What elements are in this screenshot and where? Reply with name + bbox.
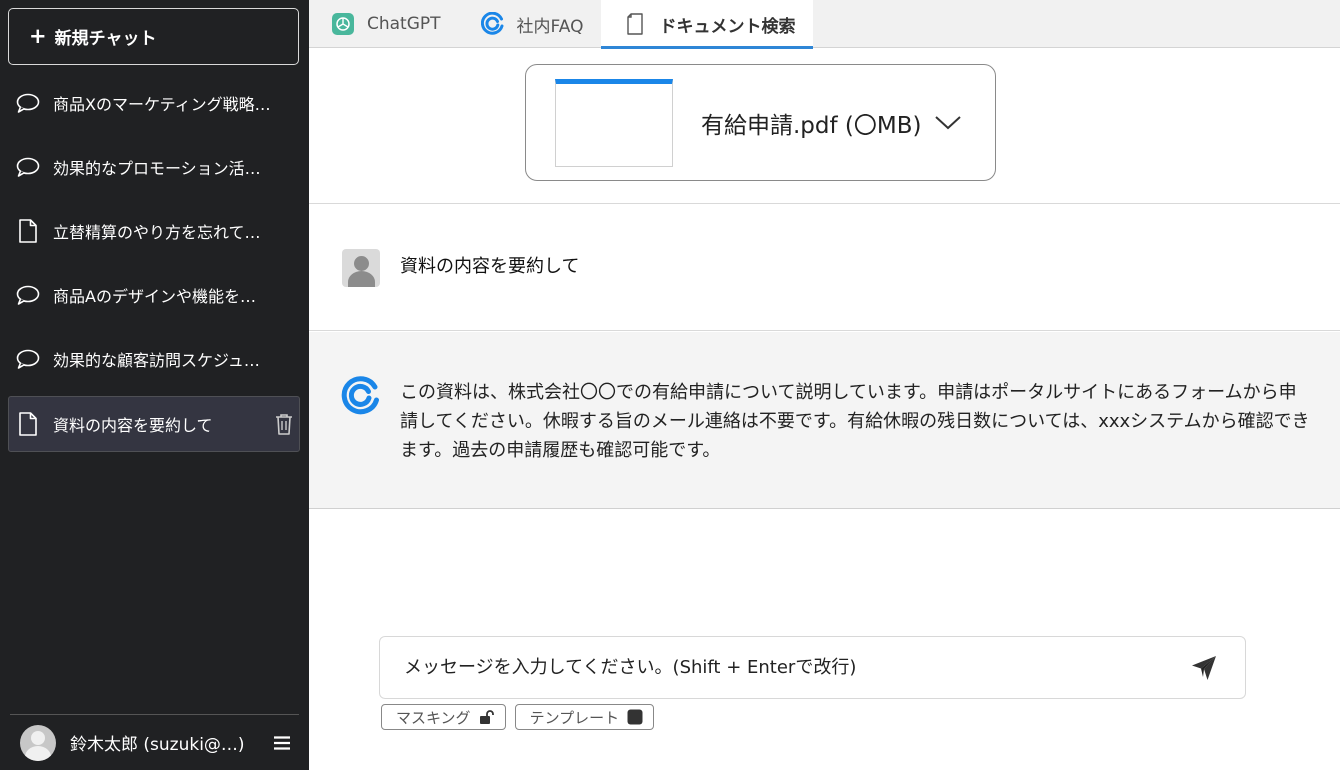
history-item-label: 効果的な顧客訪問スケジュ… xyxy=(53,351,260,370)
message-input-box xyxy=(379,636,1246,699)
avatar xyxy=(20,724,56,761)
assistant-message-text: この資料は、株式会社〇〇での有給申請について説明しています。申請はポータルサイト… xyxy=(400,382,1310,461)
document-thumbnail xyxy=(555,78,673,167)
tab-faq[interactable]: 社内FAQ xyxy=(459,0,602,48)
plus-icon: + xyxy=(29,24,47,48)
trash-icon[interactable] xyxy=(273,412,295,436)
document-icon xyxy=(15,412,41,436)
user-avatar xyxy=(342,249,380,287)
tab-bar: ChatGPT 社内FAQ ドキュメント検索 xyxy=(309,0,1340,49)
masking-label: マスキング xyxy=(396,708,471,727)
template-label: テンプレート xyxy=(529,708,620,727)
document-icon xyxy=(15,219,41,243)
history-item[interactable]: 効果的なプロモーション活… xyxy=(8,139,300,195)
history-item-label: 商品Xのマーケティング戦略… xyxy=(53,95,271,114)
new-chat-label: 新規チャット xyxy=(54,29,157,49)
history-item-label: 立替精算のやり方を忘れて… xyxy=(53,223,261,242)
chat-bubble-icon xyxy=(15,91,41,115)
history-item[interactable]: 効果的な顧客訪問スケジュ… xyxy=(8,331,300,387)
history-item[interactable]: 商品Xのマーケティング戦略… xyxy=(8,75,300,131)
user-message: 資料の内容を要約して xyxy=(309,204,1340,331)
history-item-label: 資料の内容を要約して xyxy=(53,416,213,435)
history-item-label: 商品Aのデザインや機能を… xyxy=(53,287,256,306)
history-item[interactable]: 商品Aのデザインや機能を… xyxy=(8,267,300,323)
chat-bubble-icon xyxy=(15,155,41,179)
attached-file-card[interactable]: 有給申請.pdf (〇MB) xyxy=(525,64,996,181)
template-button[interactable]: テンプレート xyxy=(514,704,655,730)
history-item[interactable]: 立替精算のやり方を忘れて… xyxy=(8,203,300,259)
openai-icon xyxy=(331,12,355,36)
message-input[interactable] xyxy=(404,657,1164,678)
history-item-label: 効果的なプロモーション活… xyxy=(53,159,261,178)
brand-c-icon xyxy=(480,12,505,36)
tab-label: ドキュメント検索 xyxy=(659,16,796,37)
history-item-active[interactable]: 資料の内容を要約して xyxy=(8,396,300,452)
chat-bubble-icon xyxy=(15,283,41,307)
new-chat-button[interactable]: + 新規チャット xyxy=(8,8,299,65)
user-name: 鈴木太郎 (suzuki@…) xyxy=(70,735,245,755)
input-options: マスキング テンプレート xyxy=(381,704,655,730)
tab-label: ChatGPT xyxy=(367,14,441,34)
masking-button[interactable]: マスキング xyxy=(381,704,506,730)
sidebar: + 新規チャット 商品Xのマーケティング戦略… 効果的なプロモーション活… 立替… xyxy=(0,0,309,770)
user-account[interactable]: 鈴木太郎 (suzuki@…) xyxy=(10,714,299,770)
chevron-down-icon[interactable] xyxy=(934,111,962,135)
tab-label: 社内FAQ xyxy=(516,16,584,37)
send-icon[interactable] xyxy=(1191,655,1217,681)
document-icon xyxy=(623,12,647,36)
tab-chatgpt[interactable]: ChatGPT xyxy=(309,0,459,48)
chat-bubble-icon xyxy=(15,347,41,371)
assistant-message: この資料は、株式会社〇〇での有給申請について説明しています。申請はポータルサイト… xyxy=(309,332,1340,509)
hamburger-menu-icon[interactable] xyxy=(265,735,299,750)
tab-document-search[interactable]: ドキュメント検索 xyxy=(601,0,814,49)
user-message-text: 資料の内容を要約して xyxy=(400,256,580,277)
unlock-icon xyxy=(479,709,495,725)
template-icon xyxy=(627,709,643,725)
brand-c-icon xyxy=(341,376,381,416)
file-name: 有給申請.pdf (〇MB) xyxy=(701,112,922,139)
